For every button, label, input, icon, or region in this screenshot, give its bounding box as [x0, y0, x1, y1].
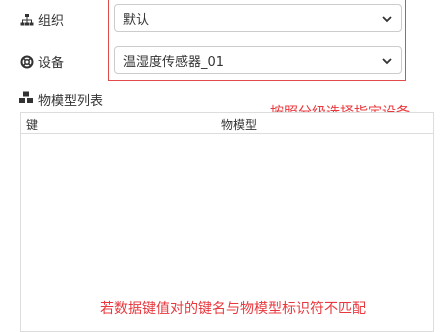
cubes-icon — [18, 91, 34, 109]
org-label: 组织 — [20, 10, 64, 29]
mismatch-hint-annotation: 若数据键值对的键名与物模型标识符不匹配 — [100, 301, 366, 317]
model-list-title-text: 物模型列表 — [38, 94, 104, 109]
model-list-title: 物模型列表 — [18, 90, 103, 109]
device-select-value: 温湿度传感器_01 — [123, 54, 225, 70]
life-ring-icon — [20, 55, 34, 69]
chevron-down-icon — [381, 13, 393, 25]
org-label-text: 组织 — [38, 14, 65, 29]
device-select[interactable]: 温湿度传感器_01 — [114, 46, 402, 74]
column-header-model[interactable]: 物模型 — [221, 116, 257, 133]
device-label-text: 设备 — [38, 56, 65, 71]
table-header: 键 物模型 — [21, 113, 433, 134]
column-header-key[interactable]: 键 — [26, 116, 38, 133]
org-select[interactable]: 默认 — [114, 4, 402, 32]
org-select-value: 默认 — [123, 12, 150, 28]
chevron-down-icon — [381, 55, 393, 67]
sitemap-icon — [20, 13, 34, 27]
device-label: 设备 — [20, 52, 64, 71]
